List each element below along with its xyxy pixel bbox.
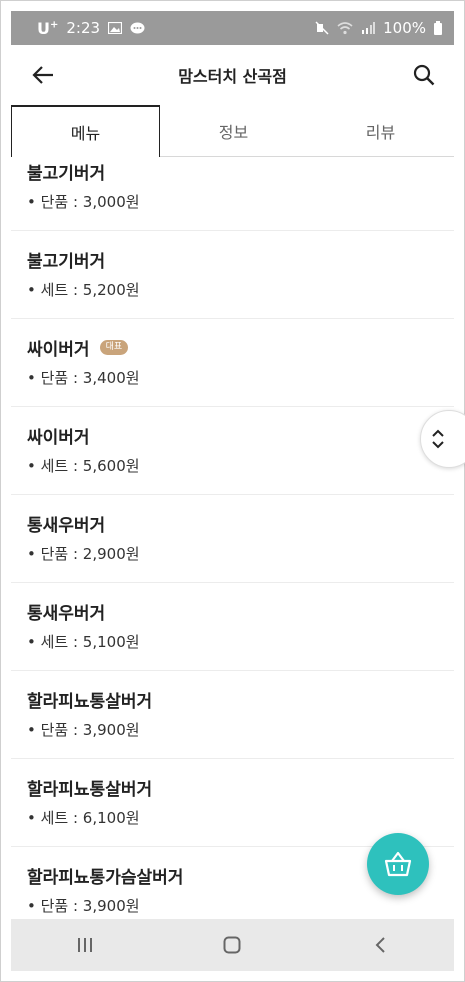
carrier-label: U+ xyxy=(37,18,59,38)
item-name-row: 할라피뇨통살버거 xyxy=(27,687,152,712)
menu-list: 불고기버거 • 단품 : 3,000원 불고기버거 • 세트 : 5,200원 … xyxy=(11,157,454,919)
tab-info[interactable]: 정보 xyxy=(160,105,307,156)
tab-bar: 메뉴 정보 리뷰 xyxy=(11,105,454,157)
item-price: • 세트 : 6,100원 xyxy=(27,809,140,827)
nav-back-button[interactable] xyxy=(350,925,410,965)
item-price: • 단품 : 3,000원 xyxy=(27,193,140,211)
cart-button[interactable] xyxy=(367,833,429,895)
status-right: 100% xyxy=(315,19,442,37)
menu-item[interactable]: 할라피뇨통살버거 • 단품 : 3,900원 xyxy=(11,671,454,759)
menu-item[interactable]: 통새우버거 • 단품 : 2,900원 xyxy=(11,495,454,583)
item-price: • 단품 : 3,900원 xyxy=(27,897,140,915)
menu-item[interactable]: 통새우버거 • 세트 : 5,100원 xyxy=(11,583,454,671)
item-name-row: 불고기버거 xyxy=(27,159,105,184)
mute-icon xyxy=(315,21,329,35)
home-button[interactable] xyxy=(202,925,262,965)
item-name-row: 싸이버거 대표 xyxy=(27,335,129,360)
status-bar: U+ 2:23 100% xyxy=(11,11,454,45)
search-icon xyxy=(413,64,435,86)
item-price: • 단품 : 3,900원 xyxy=(27,721,140,739)
item-name: 통새우버거 xyxy=(27,604,106,624)
chat-icon xyxy=(130,22,145,35)
battery-percent: 100% xyxy=(383,19,426,37)
menu-item[interactable]: 싸이버거 • 세트 : 5,600원 xyxy=(11,407,454,495)
item-name-row: 할라피뇨통살버거 xyxy=(27,775,152,800)
basket-icon xyxy=(384,851,412,877)
item-name: 할라피뇨통살버거 xyxy=(27,692,153,712)
item-price: • 세트 : 5,100원 xyxy=(27,633,140,651)
app-header: 맘스터치 산곡점 xyxy=(11,45,454,105)
item-name-row: 불고기버거 xyxy=(27,247,105,272)
arrow-left-icon xyxy=(32,66,53,84)
status-time: 2:23 xyxy=(66,19,101,37)
item-name: 싸이버거 xyxy=(27,340,90,360)
item-name: 불고기버거 xyxy=(27,164,106,184)
item-price: • 단품 : 2,900원 xyxy=(27,545,140,563)
menu-item[interactable]: 불고기버거 • 세트 : 5,200원 xyxy=(11,231,454,319)
item-name: 싸이버거 xyxy=(27,428,90,448)
item-price: • 세트 : 5,200원 xyxy=(27,281,140,299)
menu-item[interactable]: 불고기버거 • 단품 : 3,000원 xyxy=(11,157,454,231)
recent-apps-icon xyxy=(77,938,92,952)
image-icon xyxy=(108,22,123,34)
status-left: U+ 2:23 xyxy=(37,19,145,38)
item-name-row: 통새우버거 xyxy=(27,511,105,536)
item-name-row: 싸이버거 xyxy=(27,423,90,448)
item-name: 불고기버거 xyxy=(27,252,106,272)
wifi-icon xyxy=(337,21,353,35)
search-button[interactable] xyxy=(408,59,440,91)
item-name: 할라피뇨통살버거 xyxy=(27,780,153,800)
battery-icon xyxy=(434,21,442,35)
item-name-row: 할라피뇨통가슴살버거 xyxy=(27,863,183,888)
page-title: 맘스터치 산곡점 xyxy=(178,67,287,86)
tab-review[interactable]: 리뷰 xyxy=(307,105,454,156)
back-button[interactable] xyxy=(27,59,59,91)
signal-icon xyxy=(361,22,376,34)
item-name: 통새우버거 xyxy=(27,516,106,536)
item-name: 할라피뇨통가슴살버거 xyxy=(27,868,184,888)
chevron-up-down-icon xyxy=(432,429,444,449)
tab-menu[interactable]: 메뉴 xyxy=(11,105,160,157)
home-icon xyxy=(223,936,241,954)
menu-item[interactable]: 싸이버거 대표 • 단품 : 3,400원 xyxy=(11,319,454,407)
signature-badge: 대표 xyxy=(99,340,129,355)
item-price: • 단품 : 3,400원 xyxy=(27,369,140,387)
item-name-row: 통새우버거 xyxy=(27,599,105,624)
recent-apps-button[interactable] xyxy=(55,925,115,965)
back-icon xyxy=(375,937,385,953)
item-price: • 세트 : 5,600원 xyxy=(27,457,140,475)
system-nav-bar xyxy=(11,919,454,971)
